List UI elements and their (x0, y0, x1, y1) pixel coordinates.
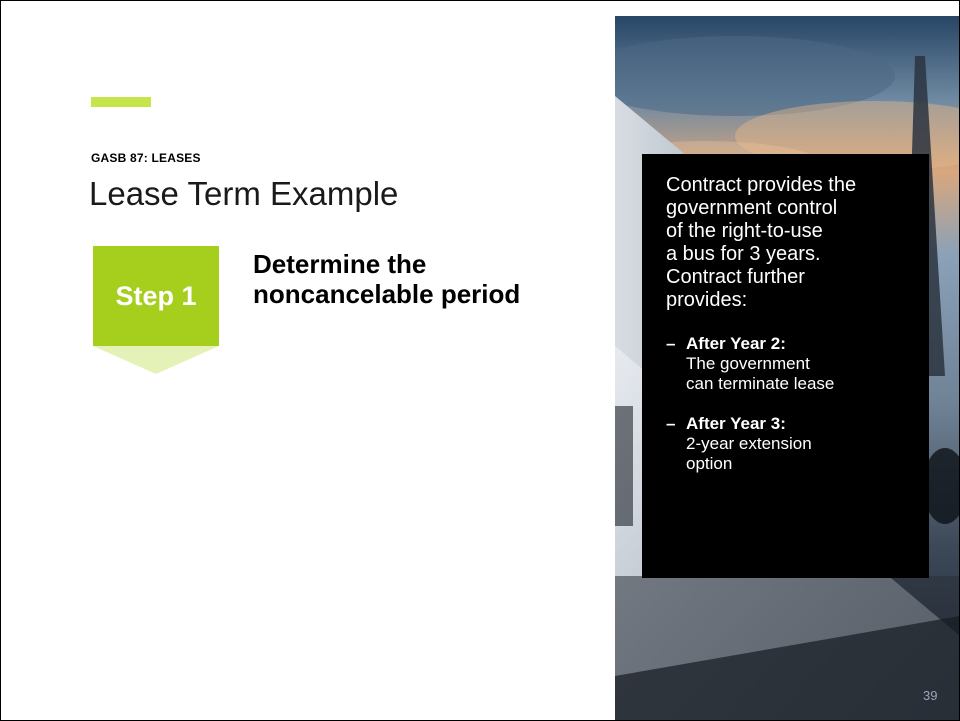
info-intro-line: government control (666, 197, 838, 219)
dash-bullet: – (666, 414, 676, 433)
item-line: 2-year extension (686, 434, 812, 453)
item-line: option (686, 454, 733, 473)
info-intro-line: a bus for 3 years. (666, 243, 821, 265)
step-arrow (93, 346, 219, 374)
slide: GASB 87: LEASES Lease Term Example Step … (0, 0, 960, 721)
accent-bar (91, 97, 151, 107)
lease-info-box: Contract provides the government control… (642, 154, 929, 578)
section-eyebrow: GASB 87: LEASES (91, 151, 201, 165)
info-intro-line: Contract further (666, 266, 805, 288)
slide-title: Lease Term Example (89, 175, 399, 212)
item-line: can terminate lease (686, 374, 835, 393)
info-list: – After Year 2: The government can termi… (666, 334, 915, 474)
step-heading-line: Determine the (253, 249, 427, 279)
step-heading: Determine the noncancelable period (253, 249, 583, 309)
item-heading: After Year 2: (686, 334, 786, 353)
info-intro: Contract provides the government control… (666, 174, 915, 312)
info-intro-line: Contract provides the (666, 174, 857, 196)
list-item: – After Year 2: The government can termi… (666, 334, 915, 394)
step-heading-line: noncancelable period (253, 279, 521, 309)
step-badge: Step 1 (93, 246, 219, 346)
info-intro-line: provides: (666, 289, 748, 311)
item-heading: After Year 3: (686, 414, 786, 433)
list-item: – After Year 3: 2-year extension option (666, 414, 915, 474)
dash-bullet: – (666, 334, 676, 353)
page-number: 39 (923, 688, 938, 703)
item-line: The government (686, 354, 810, 373)
step-label: Step 1 (115, 280, 197, 311)
info-intro-line: of the right-to-use (666, 220, 823, 242)
